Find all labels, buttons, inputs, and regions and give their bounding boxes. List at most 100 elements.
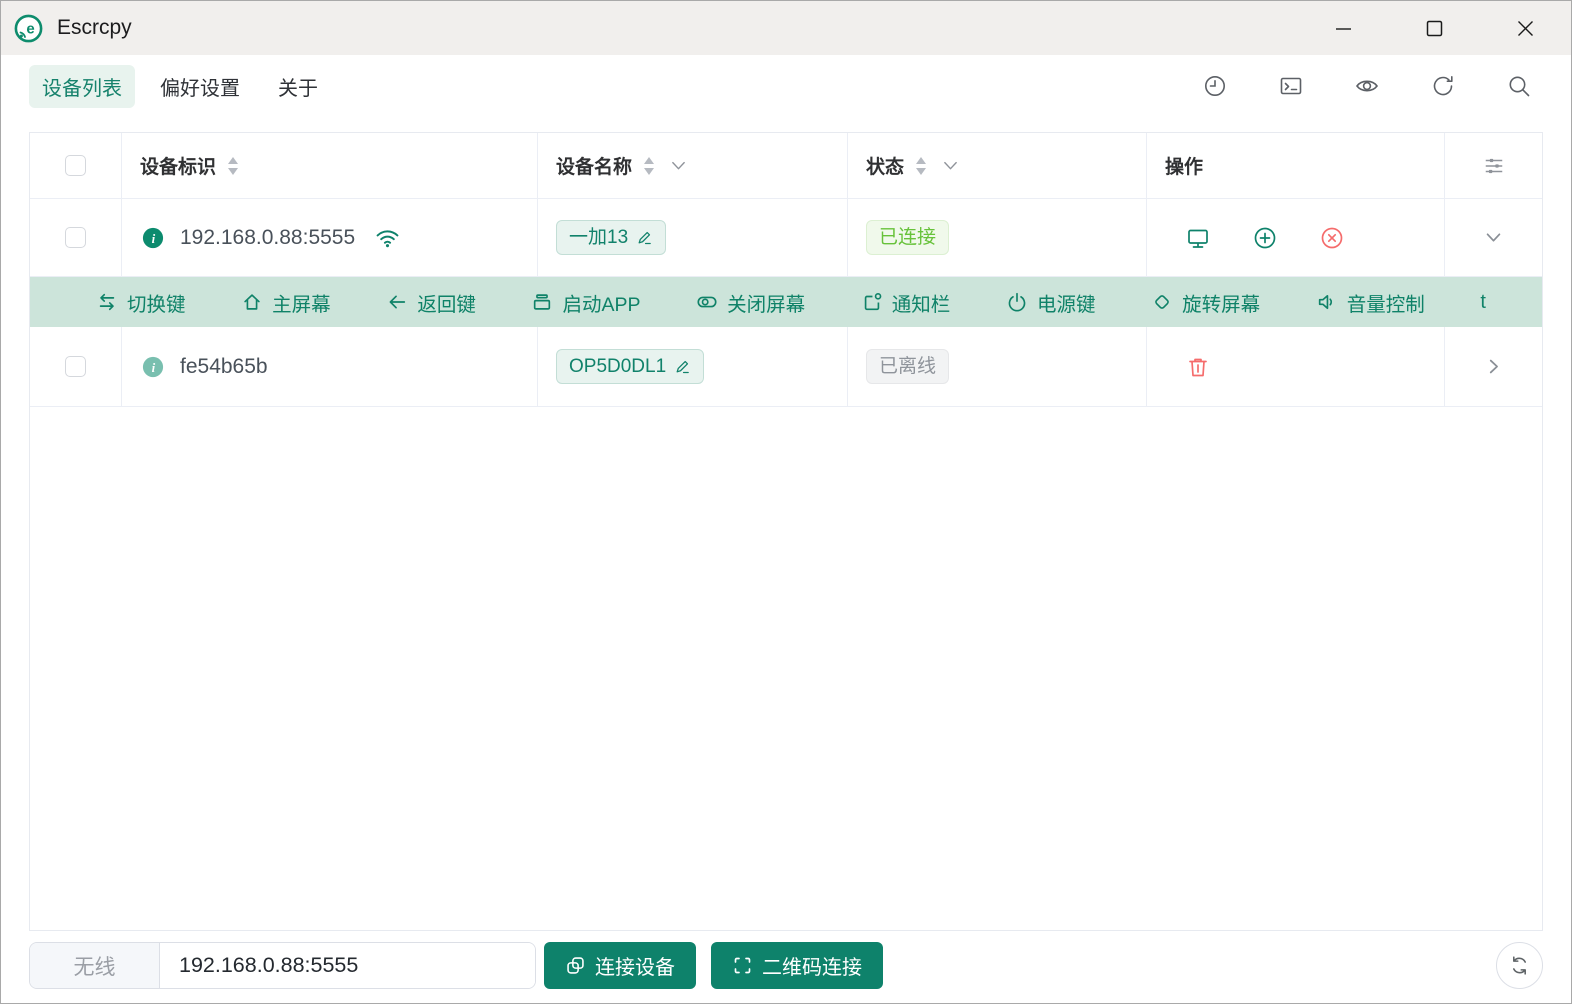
eye-icon[interactable] <box>1355 74 1379 98</box>
minimize-button[interactable] <box>1298 1 1389 55</box>
close-icon <box>1517 20 1534 37</box>
edit-pencil-icon[interactable] <box>636 229 653 246</box>
device-id-cell: i fe54b65b <box>122 327 538 406</box>
svg-text:e: e <box>26 20 34 37</box>
column-settings-sliders-icon[interactable] <box>1483 155 1505 177</box>
filter-chevron-down-icon[interactable] <box>942 157 959 174</box>
header-device-id[interactable]: 设备标识 <box>122 133 538 198</box>
device-name-cell: OP5D0DL1 <box>538 327 848 406</box>
control-rotate-screen[interactable]: 旋转屏幕 <box>1151 288 1260 317</box>
chevron-right-icon[interactable] <box>1484 357 1503 376</box>
control-truncated-item[interactable]: t <box>1480 291 1486 314</box>
address-input-group: 无线 <box>29 942 536 989</box>
back-arrow-icon <box>386 291 408 313</box>
tab-preferences[interactable]: 偏好设置 <box>158 65 242 108</box>
window-controls <box>1298 1 1571 55</box>
switch-keys-icon <box>96 291 118 313</box>
history-clock-icon[interactable] <box>1203 74 1227 98</box>
status-badge-offline: 已离线 <box>866 349 949 384</box>
wireless-mode-label[interactable]: 无线 <box>30 943 160 988</box>
control-volume[interactable]: 音量控制 <box>1316 288 1425 317</box>
sync-refresh-icon <box>1509 955 1530 976</box>
minimize-icon <box>1335 20 1352 37</box>
table-row-device-1: i 192.168.0.88:5555 一加13 <box>30 199 1542 277</box>
header-device-name[interactable]: 设备名称 <box>538 133 848 198</box>
control-launch-app[interactable]: 启动APP <box>531 288 640 317</box>
footer-bar: 无线 连接设备 二维码连接 <box>29 942 1543 989</box>
chevron-down-icon[interactable] <box>1484 228 1503 247</box>
screen-off-icon <box>696 291 718 313</box>
maximize-button[interactable] <box>1389 1 1480 55</box>
titlebar: e Escrcpy <box>1 1 1571 55</box>
restart-adb-sync-button[interactable] <box>1496 942 1543 989</box>
escrcpy-logo-icon: e <box>14 14 43 43</box>
info-icon[interactable]: i <box>142 356 164 378</box>
header-column-settings[interactable] <box>1445 133 1542 198</box>
select-all-checkbox[interactable] <box>65 155 86 176</box>
control-screen-off[interactable]: 关闭屏幕 <box>696 288 805 317</box>
notification-bar-icon <box>861 291 883 313</box>
device-id-text: 192.168.0.88:5555 <box>180 226 355 250</box>
rotate-screen-icon <box>1151 291 1173 313</box>
control-notification-bar[interactable]: 通知栏 <box>861 288 951 317</box>
connect-device-button[interactable]: 连接设备 <box>544 942 696 989</box>
sort-caret-icon[interactable] <box>642 155 656 177</box>
qr-connect-button[interactable]: 二维码连接 <box>711 942 883 989</box>
home-icon <box>241 291 263 313</box>
svg-text:i: i <box>152 361 156 375</box>
close-button[interactable] <box>1480 1 1571 55</box>
table-header-row: 设备标识 设备名称 状态 <box>30 133 1542 199</box>
control-power[interactable]: 电源键 <box>1006 288 1096 317</box>
link-connection-icon <box>565 955 586 976</box>
row-checkbox[interactable] <box>65 227 86 248</box>
device-control-strip: 切换键 主屏幕 返回键 启动APP <box>30 277 1542 327</box>
terminal-icon[interactable] <box>1279 74 1303 98</box>
row-checkbox[interactable] <box>65 356 86 377</box>
device-id-cell: i 192.168.0.88:5555 <box>122 199 538 276</box>
window-title: Escrcpy <box>57 16 132 40</box>
device-name-tag[interactable]: 一加13 <box>556 220 666 255</box>
header-checkbox-cell <box>30 133 122 198</box>
qr-scan-icon <box>732 955 753 976</box>
refresh-icon[interactable] <box>1431 74 1455 98</box>
mirror-screen-monitor-icon[interactable] <box>1186 226 1210 250</box>
device-table: 设备标识 设备名称 状态 <box>29 132 1543 931</box>
sort-caret-icon[interactable] <box>914 155 928 177</box>
disconnect-circle-close-icon[interactable] <box>1320 226 1344 250</box>
row-checkbox-cell <box>30 199 122 276</box>
launch-app-icon <box>531 291 553 313</box>
power-icon <box>1006 291 1028 313</box>
expand-cell <box>1445 199 1542 276</box>
control-home[interactable]: 主屏幕 <box>241 288 331 317</box>
device-actions-cell <box>1147 199 1445 276</box>
device-status-cell: 已连接 <box>848 199 1147 276</box>
device-actions-cell <box>1147 327 1445 406</box>
maximize-icon <box>1426 20 1443 37</box>
device-name-cell: 一加13 <box>538 199 848 276</box>
header-actions: 操作 <box>1147 133 1445 198</box>
volume-icon <box>1316 291 1338 313</box>
table-row-device-2: i fe54b65b OP5D0DL1 已离线 <box>30 327 1542 407</box>
tab-about[interactable]: 关于 <box>276 65 320 108</box>
row-checkbox-cell <box>30 327 122 406</box>
search-icon[interactable] <box>1507 74 1531 98</box>
device-name-tag[interactable]: OP5D0DL1 <box>556 349 704 384</box>
status-badge-connected: 已连接 <box>866 220 949 255</box>
edit-pencil-icon[interactable] <box>674 358 691 375</box>
add-circle-plus-icon[interactable] <box>1253 226 1277 250</box>
table-empty-area <box>30 407 1542 930</box>
address-input[interactable] <box>160 943 535 988</box>
delete-trash-icon[interactable] <box>1186 355 1210 379</box>
header-status[interactable]: 状态 <box>848 133 1147 198</box>
tab-device-list[interactable]: 设备列表 <box>29 65 135 108</box>
info-icon[interactable]: i <box>142 227 164 249</box>
control-switch-keys[interactable]: 切换键 <box>96 288 186 317</box>
filter-chevron-down-icon[interactable] <box>670 157 687 174</box>
svg-text:i: i <box>152 232 156 246</box>
sort-caret-icon[interactable] <box>226 155 240 177</box>
control-back[interactable]: 返回键 <box>386 288 476 317</box>
nav-bar: 设备列表 偏好设置 关于 <box>1 55 1571 117</box>
wifi-icon <box>375 225 400 250</box>
expand-cell <box>1445 327 1542 406</box>
app-window: e Escrcpy 设备列表 偏好设置 关于 <box>0 0 1572 1004</box>
